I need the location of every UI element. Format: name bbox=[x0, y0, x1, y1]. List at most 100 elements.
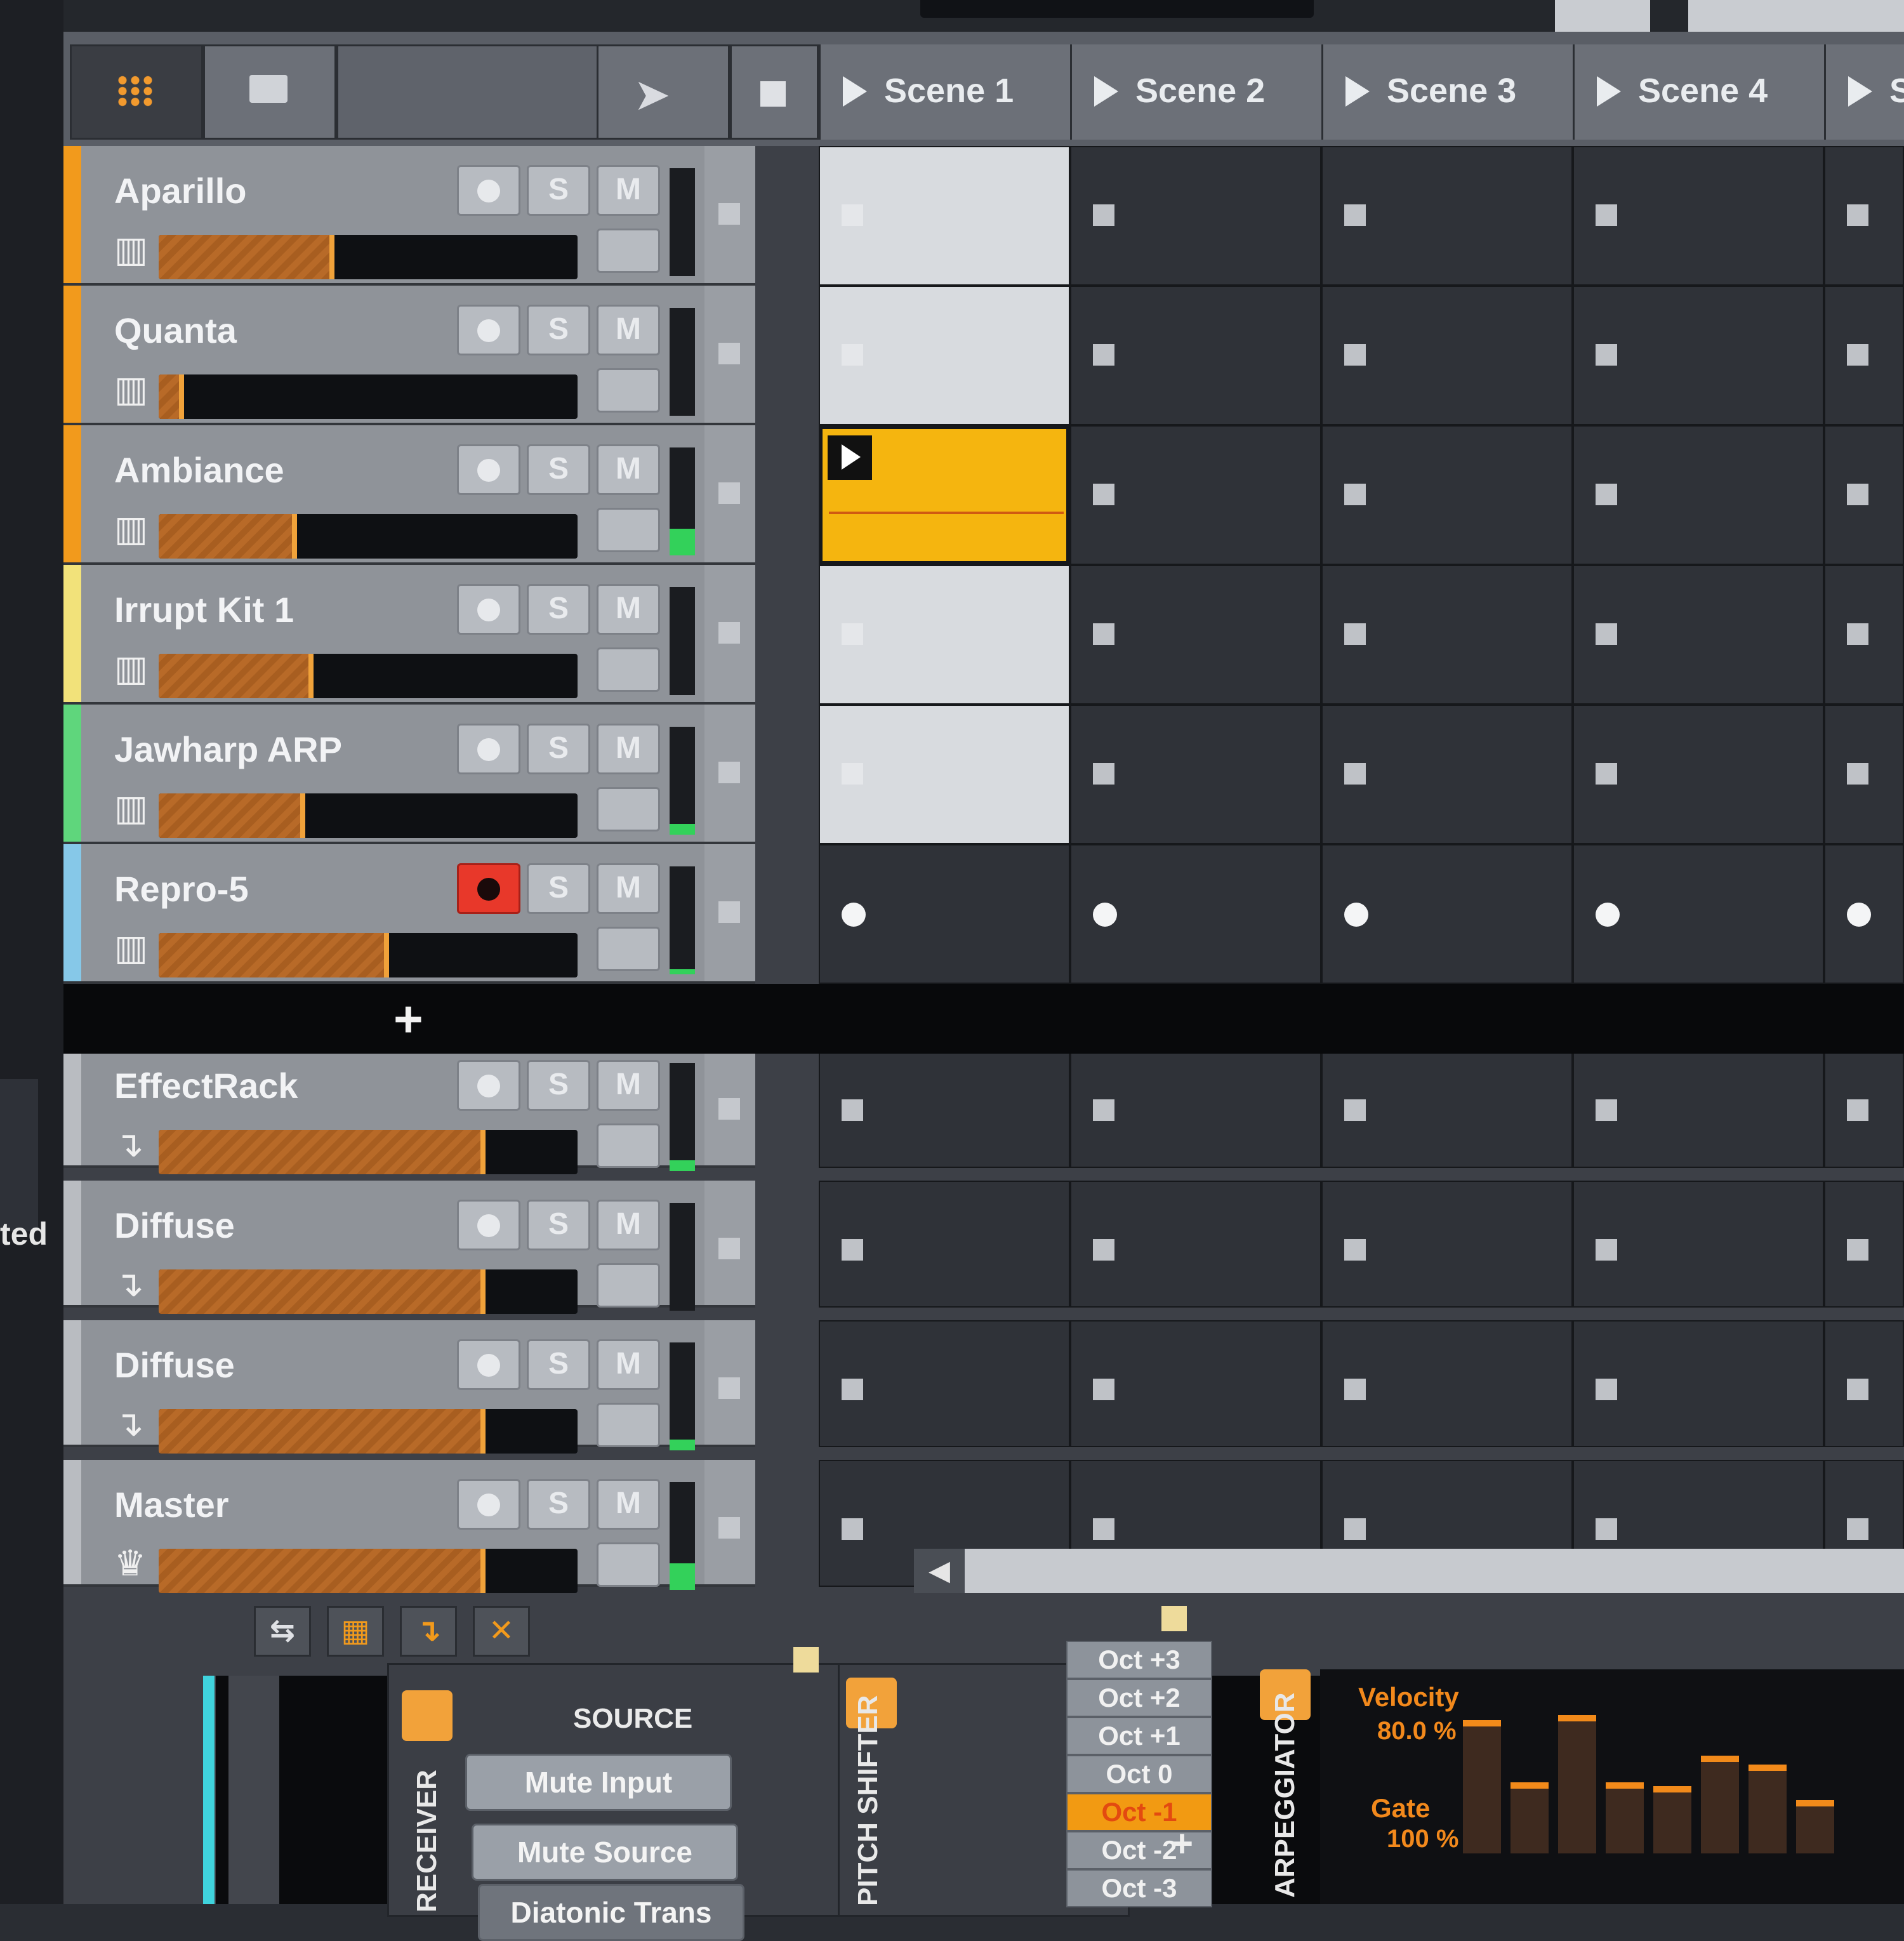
record-arm-button[interactable] bbox=[457, 305, 520, 355]
clip-slot-empty[interactable] bbox=[1321, 146, 1573, 286]
solo-button[interactable]: S bbox=[527, 1200, 590, 1250]
swap-button[interactable]: ⇆ bbox=[254, 1606, 311, 1657]
record-arm-button[interactable] bbox=[457, 724, 520, 774]
mute-button[interactable]: M bbox=[597, 584, 660, 635]
track-name[interactable]: Irrupt Kit 1 bbox=[114, 589, 294, 630]
diatonic-trans-select[interactable]: Diatonic Trans bbox=[478, 1884, 744, 1941]
mute-button[interactable]: M bbox=[597, 165, 660, 216]
clip-slot-empty[interactable] bbox=[1070, 705, 1321, 844]
scene-play-icon[interactable] bbox=[1848, 76, 1872, 107]
clip-slot-empty[interactable] bbox=[819, 1181, 1070, 1308]
clip-slot-empty[interactable] bbox=[1321, 565, 1573, 705]
scroll-left-button[interactable]: ◀ bbox=[914, 1549, 965, 1593]
solo-button[interactable]: S bbox=[527, 584, 590, 635]
horizontal-scrollbar[interactable] bbox=[965, 1549, 1904, 1593]
clip-slot-empty[interactable] bbox=[1824, 565, 1904, 705]
clip-launcher-button[interactable] bbox=[70, 44, 203, 140]
scene-header[interactable]: Scene 1 bbox=[819, 44, 1070, 140]
octave-button[interactable]: Oct +2 bbox=[1066, 1679, 1212, 1717]
track-color-strip[interactable] bbox=[63, 1460, 81, 1584]
track-header[interactable]: Diffuse ↴ S M bbox=[63, 1181, 755, 1314]
return-arrow-button[interactable]: ↴ bbox=[400, 1606, 457, 1657]
panel-layout-button[interactable]: ▦ bbox=[327, 1606, 384, 1657]
track-color-strip[interactable] bbox=[63, 705, 81, 842]
arranger-button[interactable] bbox=[203, 44, 336, 140]
octave-button[interactable]: Oct +3 bbox=[1066, 1641, 1212, 1679]
clip-slot-empty[interactable] bbox=[1573, 1320, 1824, 1447]
track-header[interactable]: Diffuse ↴ S M bbox=[63, 1320, 755, 1454]
solo-button[interactable]: S bbox=[527, 444, 590, 495]
track-header[interactable]: Jawharp ARP ▥ S M bbox=[63, 705, 755, 844]
transport-box[interactable] bbox=[1555, 0, 1650, 32]
velocity-step-bar[interactable] bbox=[1463, 1720, 1501, 1853]
track-header[interactable]: Ambiance ▥ S M bbox=[63, 425, 755, 565]
solo-button[interactable]: S bbox=[527, 305, 590, 355]
mute-button[interactable]: M bbox=[597, 1200, 660, 1250]
clip-slot-empty[interactable] bbox=[1573, 146, 1824, 286]
stop-all-button[interactable] bbox=[730, 44, 819, 140]
record-arm-button[interactable] bbox=[457, 1200, 520, 1250]
io-button[interactable] bbox=[597, 1263, 660, 1308]
clip-slot-empty[interactable] bbox=[819, 146, 1070, 286]
track-color-strip[interactable] bbox=[63, 1320, 81, 1445]
io-button[interactable] bbox=[597, 368, 660, 413]
clip-slot-empty[interactable] bbox=[1070, 1041, 1321, 1168]
scene-play-icon[interactable] bbox=[1597, 76, 1621, 107]
track-header[interactable]: Irrupt Kit 1 ▥ S M bbox=[63, 565, 755, 705]
mute-source-button[interactable]: Mute Source bbox=[472, 1824, 738, 1881]
track-name[interactable]: Repro-5 bbox=[114, 868, 249, 910]
record-arm-button[interactable] bbox=[457, 444, 520, 495]
track-color-strip[interactable] bbox=[63, 286, 81, 423]
track-stop-slot[interactable] bbox=[704, 1460, 755, 1584]
io-button[interactable] bbox=[597, 508, 660, 552]
mute-button[interactable]: M bbox=[597, 1479, 660, 1530]
clip-slot-empty[interactable] bbox=[1824, 705, 1904, 844]
gate-value[interactable]: 100 % bbox=[1387, 1825, 1458, 1853]
velocity-step-bar[interactable] bbox=[1653, 1786, 1691, 1853]
solo-button[interactable]: S bbox=[527, 1060, 590, 1111]
clip-slot-record[interactable] bbox=[1824, 844, 1904, 984]
clip-slot-empty[interactable] bbox=[819, 286, 1070, 425]
track-stop-slot[interactable] bbox=[704, 844, 755, 981]
clip-slot-record[interactable] bbox=[1321, 844, 1573, 984]
mute-button[interactable]: M bbox=[597, 724, 660, 774]
track-stop-slot[interactable] bbox=[704, 705, 755, 842]
volume-fader[interactable] bbox=[159, 1269, 578, 1314]
scene-play-icon[interactable] bbox=[843, 76, 867, 107]
scene-header[interactable]: Scene 4 bbox=[1573, 44, 1824, 140]
clip-slot-empty[interactable] bbox=[1321, 1041, 1573, 1168]
clip-slot-empty[interactable] bbox=[1070, 1320, 1321, 1447]
record-arm-button[interactable] bbox=[457, 165, 520, 216]
scene-play-icon[interactable] bbox=[1094, 76, 1118, 107]
device-power-icon[interactable] bbox=[402, 1690, 453, 1741]
clip-slot-empty[interactable] bbox=[819, 1320, 1070, 1447]
track-header[interactable]: EffectRack ↴ S M bbox=[63, 1041, 755, 1174]
clip-slot-playing[interactable] bbox=[819, 425, 1070, 565]
volume-fader[interactable] bbox=[159, 1130, 578, 1174]
clip-slot-empty[interactable] bbox=[1321, 1320, 1573, 1447]
record-arm-button[interactable] bbox=[457, 1479, 520, 1530]
record-arm-button[interactable] bbox=[457, 1060, 520, 1111]
clip-slot-empty[interactable] bbox=[1573, 286, 1824, 425]
clip-slot-empty[interactable] bbox=[1573, 425, 1824, 565]
volume-fader[interactable] bbox=[159, 514, 578, 559]
clip-slot-record[interactable] bbox=[1070, 844, 1321, 984]
track-name[interactable]: Diffuse bbox=[114, 1205, 235, 1246]
io-button[interactable] bbox=[597, 927, 660, 971]
io-button[interactable] bbox=[597, 647, 660, 692]
track-header[interactable]: Aparillo ▥ S M bbox=[63, 146, 755, 286]
volume-fader[interactable] bbox=[159, 1549, 578, 1593]
add-track-icon[interactable]: + bbox=[393, 990, 423, 1049]
clip-slot-empty[interactable] bbox=[1573, 705, 1824, 844]
io-button[interactable] bbox=[597, 1123, 660, 1168]
clip-slot-empty[interactable] bbox=[1573, 1041, 1824, 1168]
velocity-step-bar[interactable] bbox=[1701, 1756, 1739, 1853]
scene-header[interactable]: Scene 2 bbox=[1070, 44, 1321, 140]
scene-header[interactable]: Scen bbox=[1824, 44, 1904, 140]
velocity-value[interactable]: 80.0 % bbox=[1377, 1717, 1457, 1746]
clip-slot-empty[interactable] bbox=[1824, 146, 1904, 286]
velocity-step-bar[interactable] bbox=[1558, 1715, 1596, 1853]
record-arm-button[interactable] bbox=[457, 1339, 520, 1390]
track-name[interactable]: EffectRack bbox=[114, 1065, 298, 1106]
io-button[interactable] bbox=[597, 1403, 660, 1447]
